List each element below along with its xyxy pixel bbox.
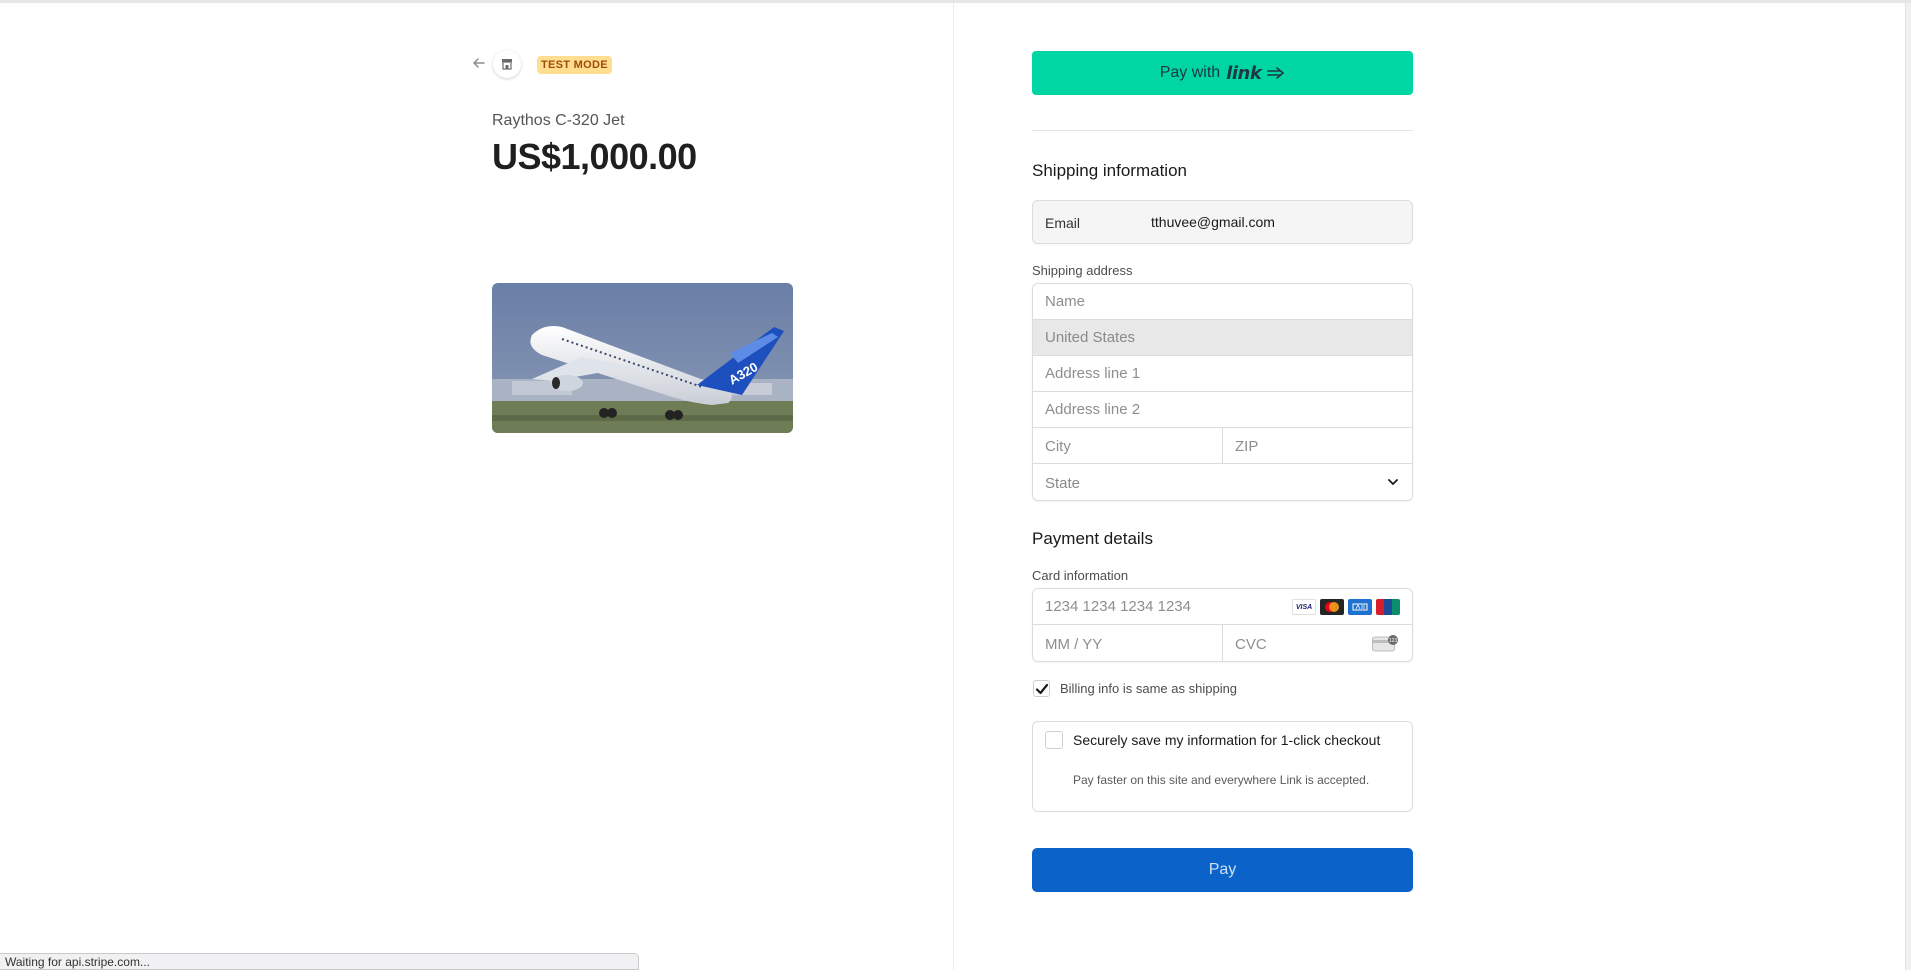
link-button-prefix: Pay with [1159, 64, 1221, 81]
test-mode-badge: TEST MODE [537, 56, 612, 74]
save-info-subtitle: Pay faster on this site and everywhere L… [1073, 773, 1370, 787]
card-info-group: VISA 123 [1032, 588, 1413, 662]
city-zip-row [1033, 428, 1412, 464]
address-line1-row [1033, 356, 1412, 392]
shipping-address-label: Shipping address [1032, 263, 1133, 278]
expiry-field [1033, 625, 1223, 661]
browser-status-bar: Waiting for api.stripe.com... [0, 953, 639, 970]
city-field [1033, 428, 1223, 464]
cvc-card-icon: 123 [1372, 635, 1398, 652]
shipping-title: Shipping information [1032, 161, 1187, 180]
name-input[interactable] [1033, 284, 1412, 319]
save-info-checkbox[interactable] [1045, 731, 1063, 749]
checkmark-icon [1035, 683, 1048, 694]
link-logo: link [1226, 62, 1262, 84]
email-label: Email [1045, 215, 1081, 231]
back-arrow-icon[interactable] [470, 56, 488, 74]
product-name: Raythos C-320 Jet [492, 112, 625, 129]
visa-icon: VISA [1292, 599, 1316, 615]
billing-same-label: Billing info is same as shipping [1060, 681, 1238, 696]
zip-field [1223, 428, 1412, 464]
shipping-address-group: United States State [1032, 283, 1413, 501]
address-line2-row [1033, 392, 1412, 428]
link-save-info-box: Securely save my information for 1-click… [1032, 721, 1413, 812]
address-line1-input[interactable] [1033, 356, 1412, 391]
zip-input[interactable] [1223, 428, 1412, 464]
state-value: State [1045, 475, 1081, 492]
address-line2-input[interactable] [1033, 392, 1412, 427]
state-select[interactable]: State [1033, 464, 1412, 500]
billing-same-checkbox[interactable] [1033, 680, 1050, 697]
expiry-cvc-row: 123 [1033, 625, 1412, 661]
country-value: United States [1045, 329, 1136, 346]
pay-button[interactable]: Pay [1032, 848, 1413, 892]
expiry-input[interactable] [1033, 625, 1222, 661]
amex-icon [1348, 599, 1372, 615]
storefront-icon [493, 50, 521, 78]
product-price: US$1,000.00 [492, 136, 697, 177]
payment-title: Payment details [1032, 529, 1153, 548]
section-divider [1032, 130, 1413, 131]
unionpay-icon [1376, 599, 1400, 615]
card-brand-logos: VISA [1292, 599, 1400, 615]
mastercard-icon [1320, 599, 1344, 615]
cvc-field: 123 [1223, 625, 1412, 661]
name-row [1033, 284, 1412, 320]
chevron-down-icon [1388, 479, 1398, 485]
country-select[interactable]: United States [1033, 320, 1412, 356]
svg-text:123: 123 [1389, 638, 1398, 644]
card-info-label: Card information [1032, 568, 1129, 583]
link-arrow-icon [1267, 67, 1285, 79]
card-number-row: VISA [1033, 589, 1412, 625]
product-image-airplane: A320 [492, 283, 793, 433]
email-value: tthuvee@gmail.com [1151, 214, 1275, 230]
city-input[interactable] [1033, 428, 1222, 464]
save-info-title: Securely save my information for 1-click… [1073, 732, 1381, 748]
pay-with-link-button[interactable]: Pay with link [1032, 51, 1413, 95]
scrollbar[interactable] [1905, 3, 1911, 970]
email-display[interactable]: Email tthuvee@gmail.com [1032, 200, 1413, 244]
